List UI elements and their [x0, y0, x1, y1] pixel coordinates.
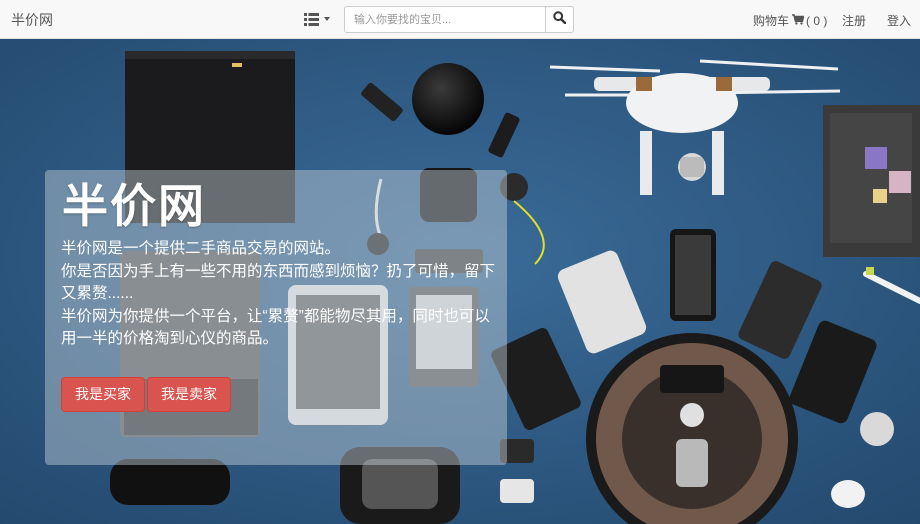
hero-description-line: 半价网是一个提供二手商品交易的网站。 [61, 240, 341, 257]
brand-logo[interactable]: 半价网 [11, 10, 53, 30]
list-icon [304, 12, 319, 26]
cart-link[interactable]: 购物车 ( 0 ) [753, 12, 827, 29]
seller-button[interactable]: 我是卖家 [147, 377, 231, 412]
category-dropdown-toggle[interactable] [304, 11, 336, 27]
search-input[interactable] [344, 6, 545, 33]
search-icon [553, 10, 567, 29]
login-link[interactable]: 登入 [887, 12, 911, 29]
cart-count: ( 0 ) [806, 13, 828, 28]
cart-label: 购物车 [753, 14, 790, 28]
shopping-cart-icon [792, 13, 805, 28]
navbar: 半价网 购物车 [0, 0, 920, 39]
hero-description: 半价网是一个提供二手商品交易的网站。 你是否因为手上有一些不用的东西而感到烦恼？… [61, 238, 501, 351]
hero-title: 半价网 [62, 180, 206, 232]
register-link[interactable]: 注册 [842, 12, 866, 29]
hero-description-line: 半价网为你提供一个平台，让“累赘”都能物尽其用，同时也可以用一半的价格淘到心仪的… [61, 307, 490, 348]
hero-description-line: 你是否因为手上有一些不用的东西而感到烦恼？扔了可惜，留下又累赘...... [61, 262, 496, 303]
search-form [344, 6, 574, 33]
search-button[interactable] [545, 6, 574, 33]
caret-down-icon [324, 17, 330, 21]
buyer-button[interactable]: 我是买家 [61, 377, 145, 412]
